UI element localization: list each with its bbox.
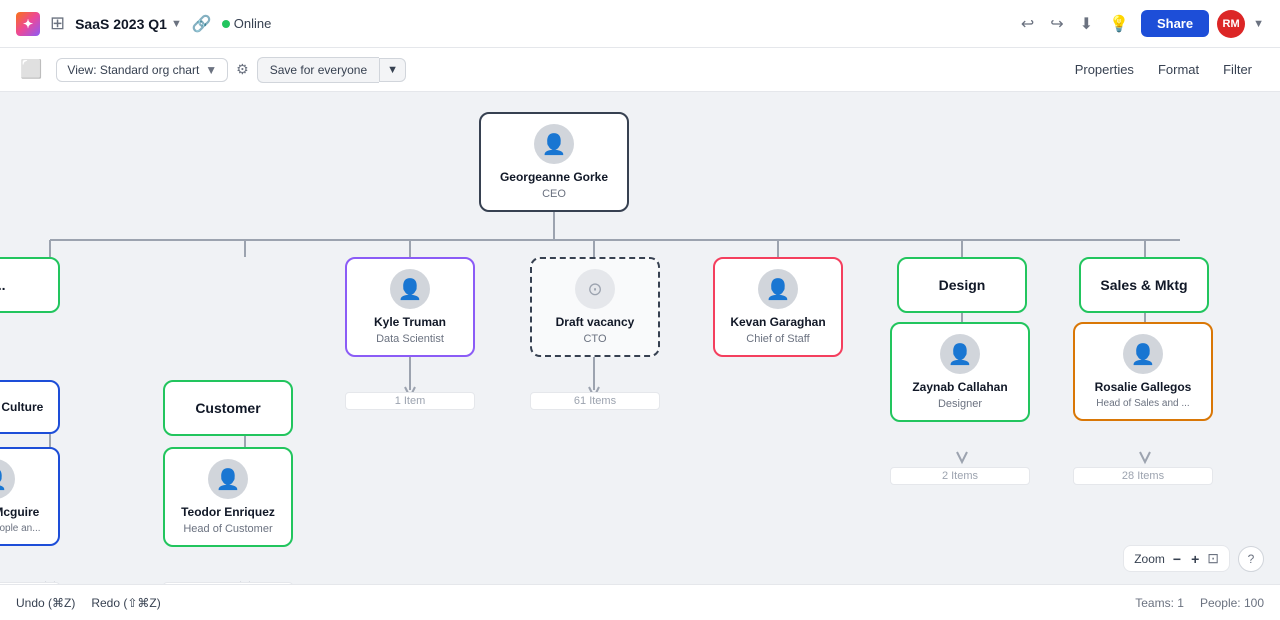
app-logo: ✦ (16, 12, 40, 36)
link-icon[interactable]: 🔗 (192, 14, 212, 34)
rosalie-avatar: 👤 (1123, 334, 1163, 374)
partial-node-left[interactable]: E... (0, 257, 60, 313)
undo-shortcut[interactable]: Undo (⌘Z) (16, 596, 75, 610)
ceo-role: CEO (542, 188, 566, 200)
people-count: People: 100 (1200, 596, 1264, 610)
zoom-fit-button[interactable]: ⊡ (1207, 550, 1219, 567)
toolbar-right: Properties Format Filter (1063, 56, 1264, 83)
rosalie-count: 28 Items (1073, 467, 1213, 485)
avatar-chevron-icon[interactable]: ▼ (1253, 18, 1264, 30)
zaynab-node[interactable]: 👤 Zaynab Callahan Designer (890, 322, 1030, 422)
kyle-role: Data Scientist (376, 333, 444, 345)
topbar-right: ↩ ↪ ⬇ 💡 Share RM ▼ (1017, 10, 1264, 38)
settings-icon[interactable]: ⚙ (236, 61, 249, 78)
view-label: View: Standard org chart (67, 63, 199, 77)
zaynab-role: Designer (938, 398, 982, 410)
ceo-node[interactable]: 👤 Georgeanne Gorke CEO (479, 112, 629, 212)
rosalie-node[interactable]: 👤 Rosalie Gallegos Head of Sales and ... (1073, 322, 1213, 421)
grover-avatar: 👤 (0, 459, 15, 499)
online-status: Online (222, 16, 272, 31)
grid-icon[interactable]: ⊞ (50, 13, 65, 34)
teodor-role: Head of Customer (183, 523, 272, 535)
zoom-control: Zoom − + ⊡ (1123, 545, 1230, 572)
kevan-role: Chief of Staff (746, 333, 809, 345)
rosalie-role: Head of Sales and ... (1096, 398, 1189, 409)
teodor-name: Teodor Enriquez (181, 505, 275, 521)
save-dropdown-button[interactable]: ▼ (379, 58, 406, 82)
help-button[interactable]: ? (1238, 546, 1264, 572)
partial-label: E... (0, 277, 6, 293)
draft-node[interactable]: ⊙ Draft vacancy CTO (530, 257, 660, 357)
sales-mktg-node[interactable]: Sales & Mktg (1079, 257, 1209, 313)
grover-node[interactable]: 👤 Grover Mcguire Head of People an... (0, 447, 60, 546)
user-avatar[interactable]: RM (1217, 10, 1245, 38)
kyle-avatar: 👤 (390, 269, 430, 309)
sales-mktg-label: Sales & Mktg (1100, 277, 1187, 293)
toolbar: ⬜ View: Standard org chart ▼ ⚙ Save for … (0, 48, 1280, 92)
bottombar: Undo (⌘Z) Redo (⇧⌘Z) Teams: 1 People: 10… (0, 584, 1280, 620)
properties-tab[interactable]: Properties (1063, 56, 1146, 83)
design-node[interactable]: Design (897, 257, 1027, 313)
kevan-name: Kevan Garaghan (730, 315, 825, 331)
canvas[interactable]: 👤 Georgeanne Gorke CEO 👤 Kyle Truman Dat… (0, 92, 1280, 584)
ceo-avatar: 👤 (534, 124, 574, 164)
download-button[interactable]: ⬇ (1076, 10, 1097, 38)
zoom-out-button[interactable]: − (1171, 551, 1183, 567)
rosalie-name: Rosalie Gallegos (1095, 380, 1192, 396)
topbar-left: ✦ ⊞ SaaS 2023 Q1 ▼ 🔗 Online (16, 12, 271, 36)
view-selector[interactable]: View: Standard org chart ▼ (56, 58, 228, 82)
design-label: Design (939, 277, 986, 293)
draft-count: 61 Items (530, 392, 660, 410)
view-chevron-icon: ▼ (205, 63, 217, 77)
online-dot (222, 20, 230, 28)
bottombar-left: Undo (⌘Z) Redo (⇧⌘Z) (16, 596, 161, 610)
zaynab-avatar: 👤 (940, 334, 980, 374)
kyle-name: Kyle Truman (374, 315, 446, 331)
zaynab-count: 2 Items (890, 467, 1030, 485)
sidebar-toggle-button[interactable]: ⬜ (16, 55, 46, 84)
teodor-node[interactable]: 👤 Teodor Enriquez Head of Customer (163, 447, 293, 547)
customer-node[interactable]: Customer (163, 380, 293, 436)
lightbulb-button[interactable]: 💡 (1105, 10, 1133, 38)
zoom-label: Zoom (1134, 552, 1165, 566)
title-chevron-icon[interactable]: ▼ (171, 18, 182, 30)
kevan-avatar: 👤 (758, 269, 798, 309)
bottombar-right: Teams: 1 People: 100 (1135, 596, 1264, 610)
redo-shortcut[interactable]: Redo (⇧⌘Z) (91, 596, 160, 610)
people-culture-label: People & Culture (0, 400, 43, 414)
share-button[interactable]: Share (1141, 10, 1209, 37)
doc-title: SaaS 2023 Q1 ▼ (75, 16, 182, 32)
grover-role: Head of People an... (0, 523, 41, 534)
zaynab-name: Zaynab Callahan (912, 380, 1007, 396)
kyle-count: 1 Item (345, 392, 475, 410)
ceo-name: Georgeanne Gorke (500, 170, 608, 186)
redo-button[interactable]: ↪ (1046, 10, 1067, 38)
save-button[interactable]: Save for everyone (257, 57, 379, 83)
grover-name: Grover Mcguire (0, 505, 39, 521)
kevan-node[interactable]: 👤 Kevan Garaghan Chief of Staff (713, 257, 843, 357)
customer-label: Customer (195, 400, 260, 416)
undo-button[interactable]: ↩ (1017, 10, 1038, 38)
filter-tab[interactable]: Filter (1211, 56, 1264, 83)
topbar: ✦ ⊞ SaaS 2023 Q1 ▼ 🔗 Online ↩ ↪ ⬇ 💡 Shar… (0, 0, 1280, 48)
format-tab[interactable]: Format (1146, 56, 1211, 83)
zoom-in-button[interactable]: + (1189, 551, 1201, 567)
teodor-avatar: 👤 (208, 459, 248, 499)
teams-count: Teams: 1 (1135, 596, 1184, 610)
draft-avatar: ⊙ (575, 269, 615, 309)
toolbar-left: View: Standard org chart ▼ ⚙ Save for ev… (56, 57, 406, 83)
people-culture-node[interactable]: People & Culture (0, 380, 60, 434)
kyle-node[interactable]: 👤 Kyle Truman Data Scientist (345, 257, 475, 357)
draft-role: CTO (583, 333, 606, 345)
save-button-group: Save for everyone ▼ (257, 57, 406, 83)
draft-name: Draft vacancy (556, 315, 635, 331)
